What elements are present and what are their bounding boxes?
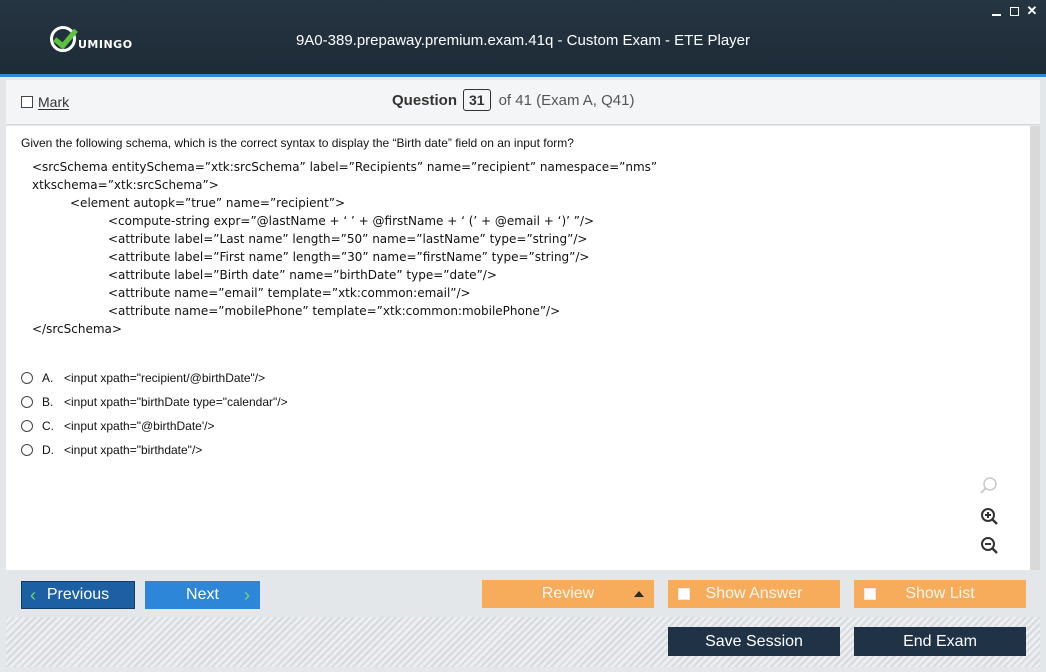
zoom-in-icon: [981, 508, 998, 525]
schema-line: <attribute label=”Birth date” name=”birt…: [108, 268, 497, 282]
previous-button[interactable]: ‹ Previous: [21, 581, 135, 609]
zoom-out-icon: [981, 537, 998, 554]
option-c[interactable]: C. <input xpath="@birthDate'/>: [21, 414, 288, 438]
option-text: <input xpath="birthDate type="calendar"/…: [64, 395, 288, 409]
question-text: Given the following schema, which is the…: [21, 136, 574, 150]
radio-icon[interactable]: [21, 420, 33, 432]
schema-line: <attribute label=”Last name” length=”50”…: [108, 232, 588, 246]
option-text: <input xpath="recipient/@birthDate"/>: [64, 371, 266, 385]
schema-line: <attribute name=”email” template=”xtk:co…: [108, 286, 471, 300]
question-counter: Question 31 of 41 (Exam A, Q41): [392, 89, 635, 111]
show-list-button[interactable]: Show List: [854, 580, 1026, 608]
schema-code: <srcSchema entitySchema=”xtk:srcSchema” …: [32, 158, 657, 338]
radio-icon[interactable]: [21, 372, 33, 384]
app-window: UMINGO 9A0-389.prepaway.premium.exam.41q…: [0, 0, 1046, 672]
next-button[interactable]: Next ›: [145, 581, 260, 609]
save-session-label: Save Session: [705, 632, 803, 650]
show-answer-label: Show Answer: [705, 585, 803, 602]
checkbox-icon: [678, 588, 690, 600]
show-list-label: Show List: [905, 585, 975, 602]
title-bar: UMINGO 9A0-389.prepaway.premium.exam.41q…: [0, 0, 1046, 77]
option-text: <input xpath="@birthDate'/>: [64, 419, 215, 433]
checkbox-icon: [864, 588, 876, 600]
zoom-out-button[interactable]: [976, 533, 1002, 559]
schema-line: <element autopk=”true” name=”recipient”>: [70, 196, 346, 210]
triangle-up-icon: [634, 591, 644, 597]
radio-icon[interactable]: [21, 396, 33, 408]
schema-line: <srcSchema entitySchema=”xtk:srcSchema” …: [32, 160, 658, 174]
chevron-left-icon: ‹: [30, 584, 36, 605]
option-text: <input xpath="birthdate"/>: [64, 443, 203, 457]
maximize-icon: [1009, 6, 1019, 16]
zoom-in-button[interactable]: [976, 504, 1002, 530]
save-session-button[interactable]: Save Session: [668, 627, 840, 656]
checkbox-icon[interactable]: [21, 96, 33, 108]
question-total: of 41 (Exam A, Q41): [498, 91, 635, 109]
show-answer-button[interactable]: Show Answer: [668, 580, 840, 608]
option-b[interactable]: B. <input xpath="birthDate type="calenda…: [21, 390, 288, 414]
mark-checkbox[interactable]: Mark: [21, 94, 69, 110]
minimize-icon: [991, 14, 1001, 16]
schema-line: <attribute label=”First name” length=”30…: [108, 250, 590, 264]
option-letter: A.: [42, 371, 54, 385]
magnifier-icon: [980, 477, 997, 494]
schema-line: </srcSchema>: [32, 322, 122, 336]
schema-line: <compute-string expr=”@lastName + ‘ ’ + …: [108, 214, 595, 228]
question-number-input[interactable]: 31: [463, 89, 491, 111]
question-content: Given the following schema, which is the…: [6, 126, 1040, 570]
answer-options: A. <input xpath="recipient/@birthDate"/>…: [21, 366, 288, 462]
close-icon: ✕: [1026, 3, 1038, 18]
radio-icon[interactable]: [21, 444, 33, 456]
end-exam-label: End Exam: [903, 632, 977, 650]
option-d[interactable]: D. <input xpath="birthdate"/>: [21, 438, 288, 462]
previous-label: Previous: [46, 586, 110, 603]
minimize-button[interactable]: [990, 4, 1002, 18]
chevron-right-icon: ›: [244, 584, 250, 605]
option-letter: C.: [42, 419, 54, 433]
schema-line: <attribute name=”mobilePhone” template=”…: [108, 304, 561, 318]
question-label: Question: [392, 91, 458, 109]
vertical-scrollbar[interactable]: [1030, 126, 1040, 570]
option-a[interactable]: A. <input xpath="recipient/@birthDate"/>: [21, 366, 288, 390]
review-button[interactable]: Review: [482, 580, 654, 608]
review-label: Review: [541, 585, 595, 602]
next-label: Next: [186, 586, 219, 603]
window-controls: ✕: [990, 3, 1038, 18]
option-letter: D.: [42, 443, 54, 457]
mark-label: Mark: [38, 94, 70, 110]
option-letter: B.: [42, 395, 54, 409]
maximize-button[interactable]: [1008, 4, 1020, 18]
end-exam-button[interactable]: End Exam: [854, 627, 1026, 656]
window-title: 9A0-389.prepaway.premium.exam.41q - Cust…: [295, 32, 751, 49]
close-button[interactable]: ✕: [1026, 3, 1038, 18]
schema-line: xtkschema=”xtk:srcSchema”>: [32, 178, 219, 192]
question-header: Mark Question 31 of 41 (Exam A, Q41): [6, 80, 1040, 125]
zoom-reset-button[interactable]: [976, 473, 1002, 499]
